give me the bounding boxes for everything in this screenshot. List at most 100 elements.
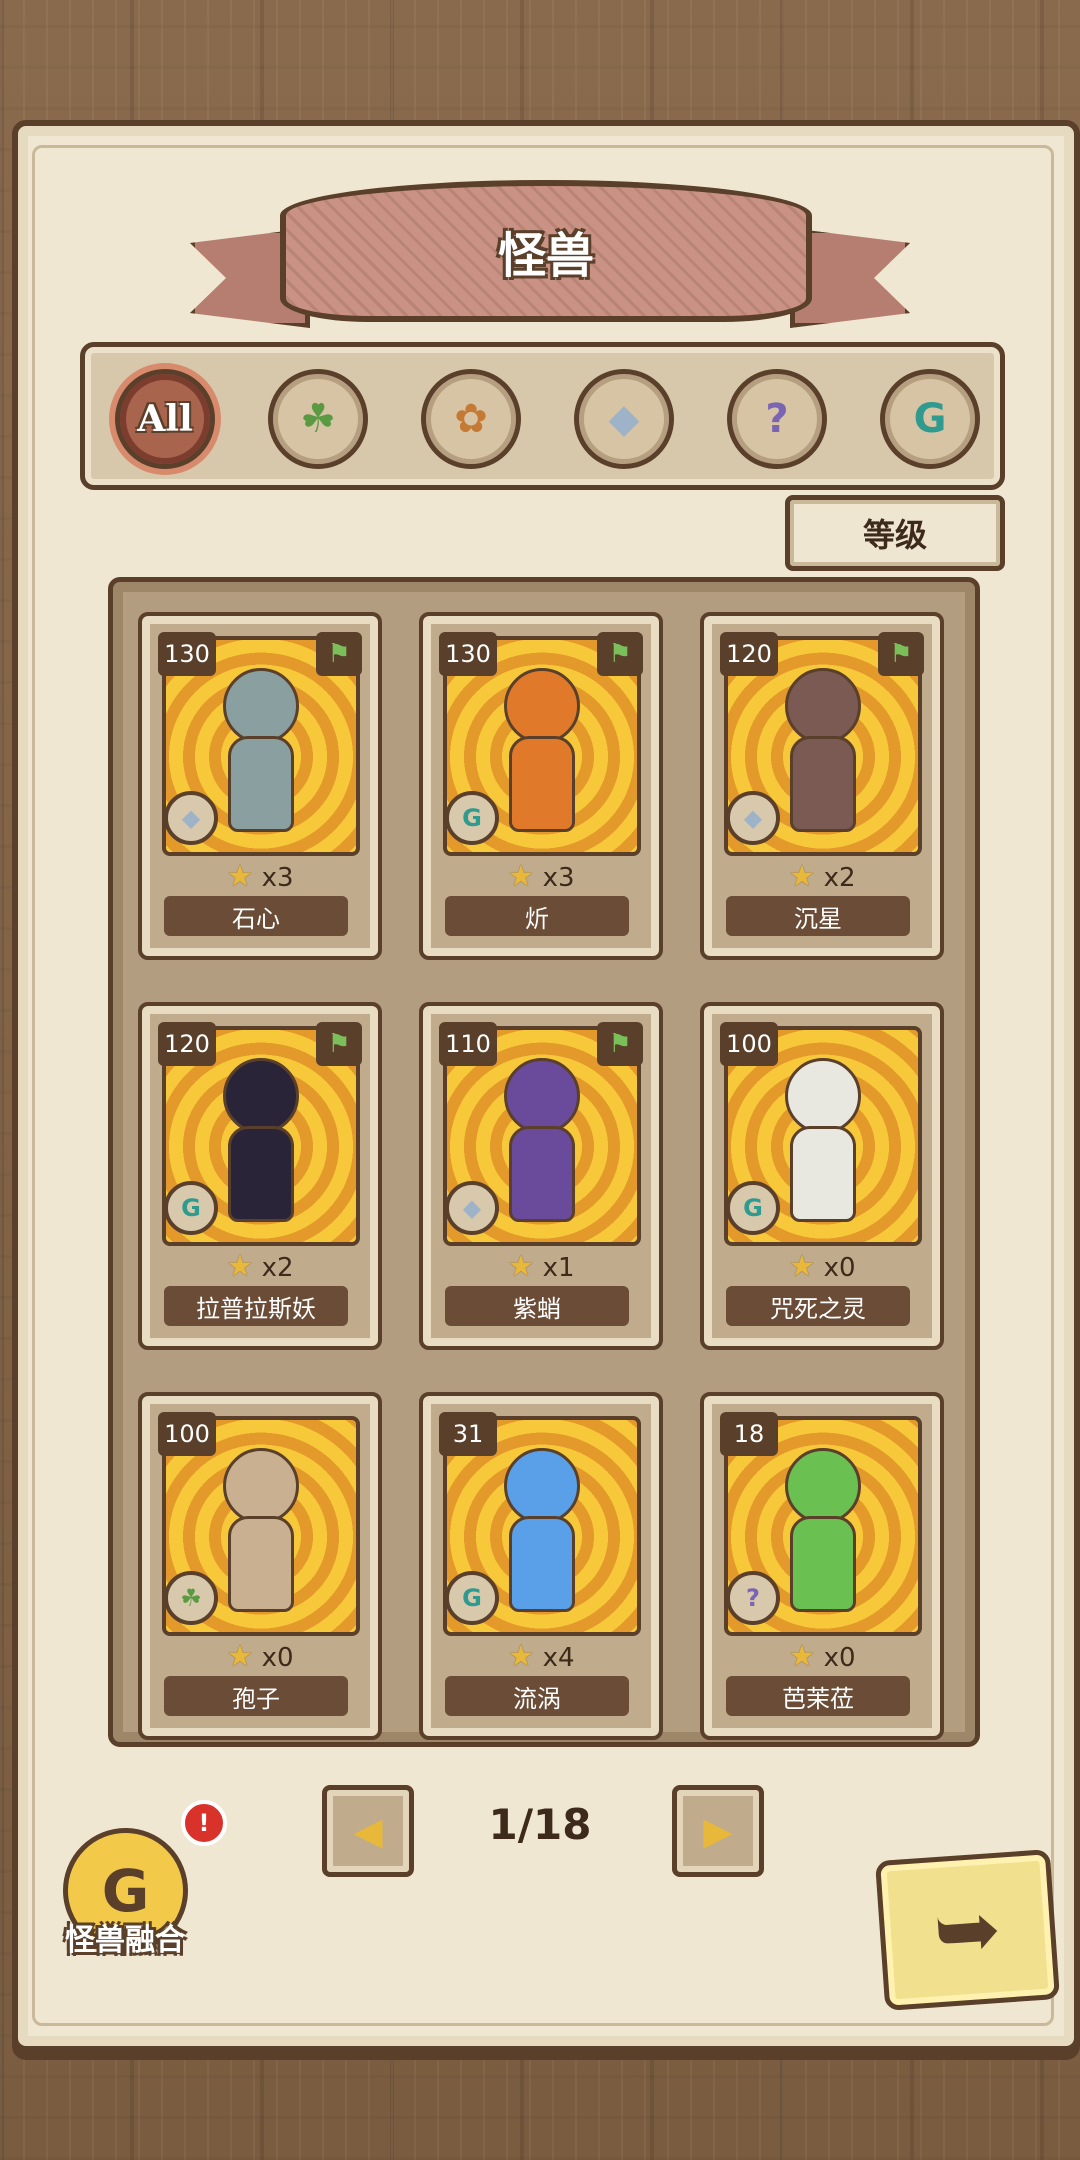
star-count: ★ x2 (704, 859, 940, 894)
leaf-icon: ☘ (300, 396, 336, 442)
monster-head (504, 668, 580, 745)
filter-crystal-button[interactable]: ◆ (574, 369, 674, 469)
monster-body (509, 1126, 575, 1223)
star-count: ★ x3 (423, 859, 659, 894)
monster-figure (785, 1448, 861, 1613)
leaf-icon: ☘ (164, 1571, 218, 1625)
monster-head (223, 1058, 299, 1135)
monster-body (790, 1516, 856, 1613)
monster-name: 紫蛸 (445, 1286, 629, 1326)
star-icon: ★ (226, 1639, 254, 1674)
level-badge: 100 (158, 1412, 216, 1456)
monster-figure (785, 668, 861, 833)
level-badge: 120 (158, 1022, 216, 1066)
star-count-value: x0 (823, 1253, 856, 1283)
page-indicator: 1/18 (488, 1800, 592, 1849)
monster-name: 流涡 (445, 1676, 629, 1716)
monster-body (509, 1516, 575, 1613)
monster-card[interactable]: 120 ⚑ G ★ x2 拉普拉斯妖 (138, 1002, 382, 1350)
star-icon: ★ (226, 859, 254, 894)
prev-page-button[interactable]: ◀ (322, 1785, 414, 1877)
star-count: ★ x0 (704, 1249, 940, 1284)
star-icon: ★ (788, 1639, 816, 1674)
star-icon: ★ (507, 859, 535, 894)
monster-card[interactable]: 120 ⚑ ◆ ★ x2 沉星 (700, 612, 944, 960)
monster-card[interactable]: 18 ? ★ x0 芭茉莅 (700, 1392, 944, 1740)
monster-head (223, 1448, 299, 1525)
monster-name: 拉普拉斯妖 (164, 1286, 348, 1326)
crystal-icon: ◆ (445, 1181, 499, 1235)
flag-icon: ⚑ (597, 632, 643, 676)
filter-paw-button[interactable]: ✿ (421, 369, 521, 469)
monster-fusion-button[interactable]: G ! 怪兽融合 (55, 1800, 227, 1960)
monster-head (785, 1058, 861, 1135)
monster-body (228, 1126, 294, 1223)
g-rune-icon: G (164, 1181, 218, 1235)
monster-figure (223, 668, 299, 833)
monster-name: 石心 (164, 896, 348, 936)
star-count-value: x2 (823, 863, 856, 893)
filter-leaf-button[interactable]: ☘ (268, 369, 368, 469)
monster-body (790, 1126, 856, 1223)
level-badge: 130 (158, 632, 216, 676)
monster-name: 炘 (445, 896, 629, 936)
notification-badge: ! (181, 1800, 227, 1846)
star-count-value: x3 (542, 863, 575, 893)
star-icon: ★ (788, 1249, 816, 1284)
page-title: 怪兽 (497, 228, 594, 284)
fusion-label: 怪兽融合 (65, 1923, 185, 1958)
monster-body (228, 1516, 294, 1613)
flag-icon: ⚑ (316, 632, 362, 676)
star-icon: ★ (507, 1639, 535, 1674)
star-count: ★ x1 (423, 1249, 659, 1284)
filter-bar: All ☘ ✿ ◆ ? G (80, 342, 1005, 490)
monster-card[interactable]: 110 ⚑ ◆ ★ x1 紫蛸 (419, 1002, 663, 1350)
question-icon: ? (765, 396, 789, 442)
monster-head (785, 1448, 861, 1525)
monster-figure (504, 1448, 580, 1613)
flag-icon: ⚑ (878, 632, 924, 676)
crystal-icon: ◆ (164, 791, 218, 845)
star-count: ★ x0 (704, 1639, 940, 1674)
sort-by-level-button[interactable]: 等级 (785, 495, 1005, 571)
monster-body (228, 736, 294, 833)
star-count: ★ x4 (423, 1639, 659, 1674)
monster-card[interactable]: 31 G ★ x4 流涡 (419, 1392, 663, 1740)
crystal-icon: ◆ (608, 396, 640, 442)
next-page-button[interactable]: ▶ (672, 1785, 764, 1877)
monster-card[interactable]: 100 ☘ ★ x0 孢子 (138, 1392, 382, 1740)
flag-icon: ⚑ (597, 1022, 643, 1066)
question-icon: ? (726, 1571, 780, 1625)
monster-head (504, 1058, 580, 1135)
monster-card[interactable]: 100 G ★ x0 咒死之灵 (700, 1002, 944, 1350)
monster-card[interactable]: 130 ⚑ ◆ ★ x3 石心 (138, 612, 382, 960)
filter-question-button[interactable]: ? (727, 369, 827, 469)
level-badge: 18 (720, 1412, 778, 1456)
level-badge: 130 (439, 632, 497, 676)
star-count: ★ x3 (142, 859, 378, 894)
monster-figure (504, 1058, 580, 1223)
filter-g-rune-button[interactable]: G (880, 369, 980, 469)
monster-card[interactable]: 130 ⚑ G ★ x3 炘 (419, 612, 663, 960)
filter-all-button[interactable]: All (115, 369, 215, 469)
star-count: ★ x2 (142, 1249, 378, 1284)
filter-all-label: All (137, 398, 193, 440)
star-count-value: x4 (542, 1643, 575, 1673)
g-rune-icon: G (445, 791, 499, 845)
level-badge: 100 (720, 1022, 778, 1066)
star-count-value: x1 (542, 1253, 575, 1283)
flag-icon: ⚑ (316, 1022, 362, 1066)
monster-body (790, 736, 856, 833)
monster-grid: 130 ⚑ ◆ ★ x3 石心 130 ⚑ G ★ x3 炘 120 ⚑ ◆ ★… (108, 577, 980, 1747)
monster-figure (223, 1058, 299, 1223)
monster-figure (785, 1058, 861, 1223)
monster-name: 咒死之灵 (726, 1286, 910, 1326)
crystal-icon: ◆ (726, 791, 780, 845)
monster-figure (223, 1448, 299, 1613)
monster-body (509, 736, 575, 833)
g-rune-icon: G (726, 1181, 780, 1235)
monster-figure (504, 668, 580, 833)
star-icon: ★ (507, 1249, 535, 1284)
back-button[interactable]: ➥ (874, 1849, 1061, 2011)
star-count: ★ x0 (142, 1639, 378, 1674)
